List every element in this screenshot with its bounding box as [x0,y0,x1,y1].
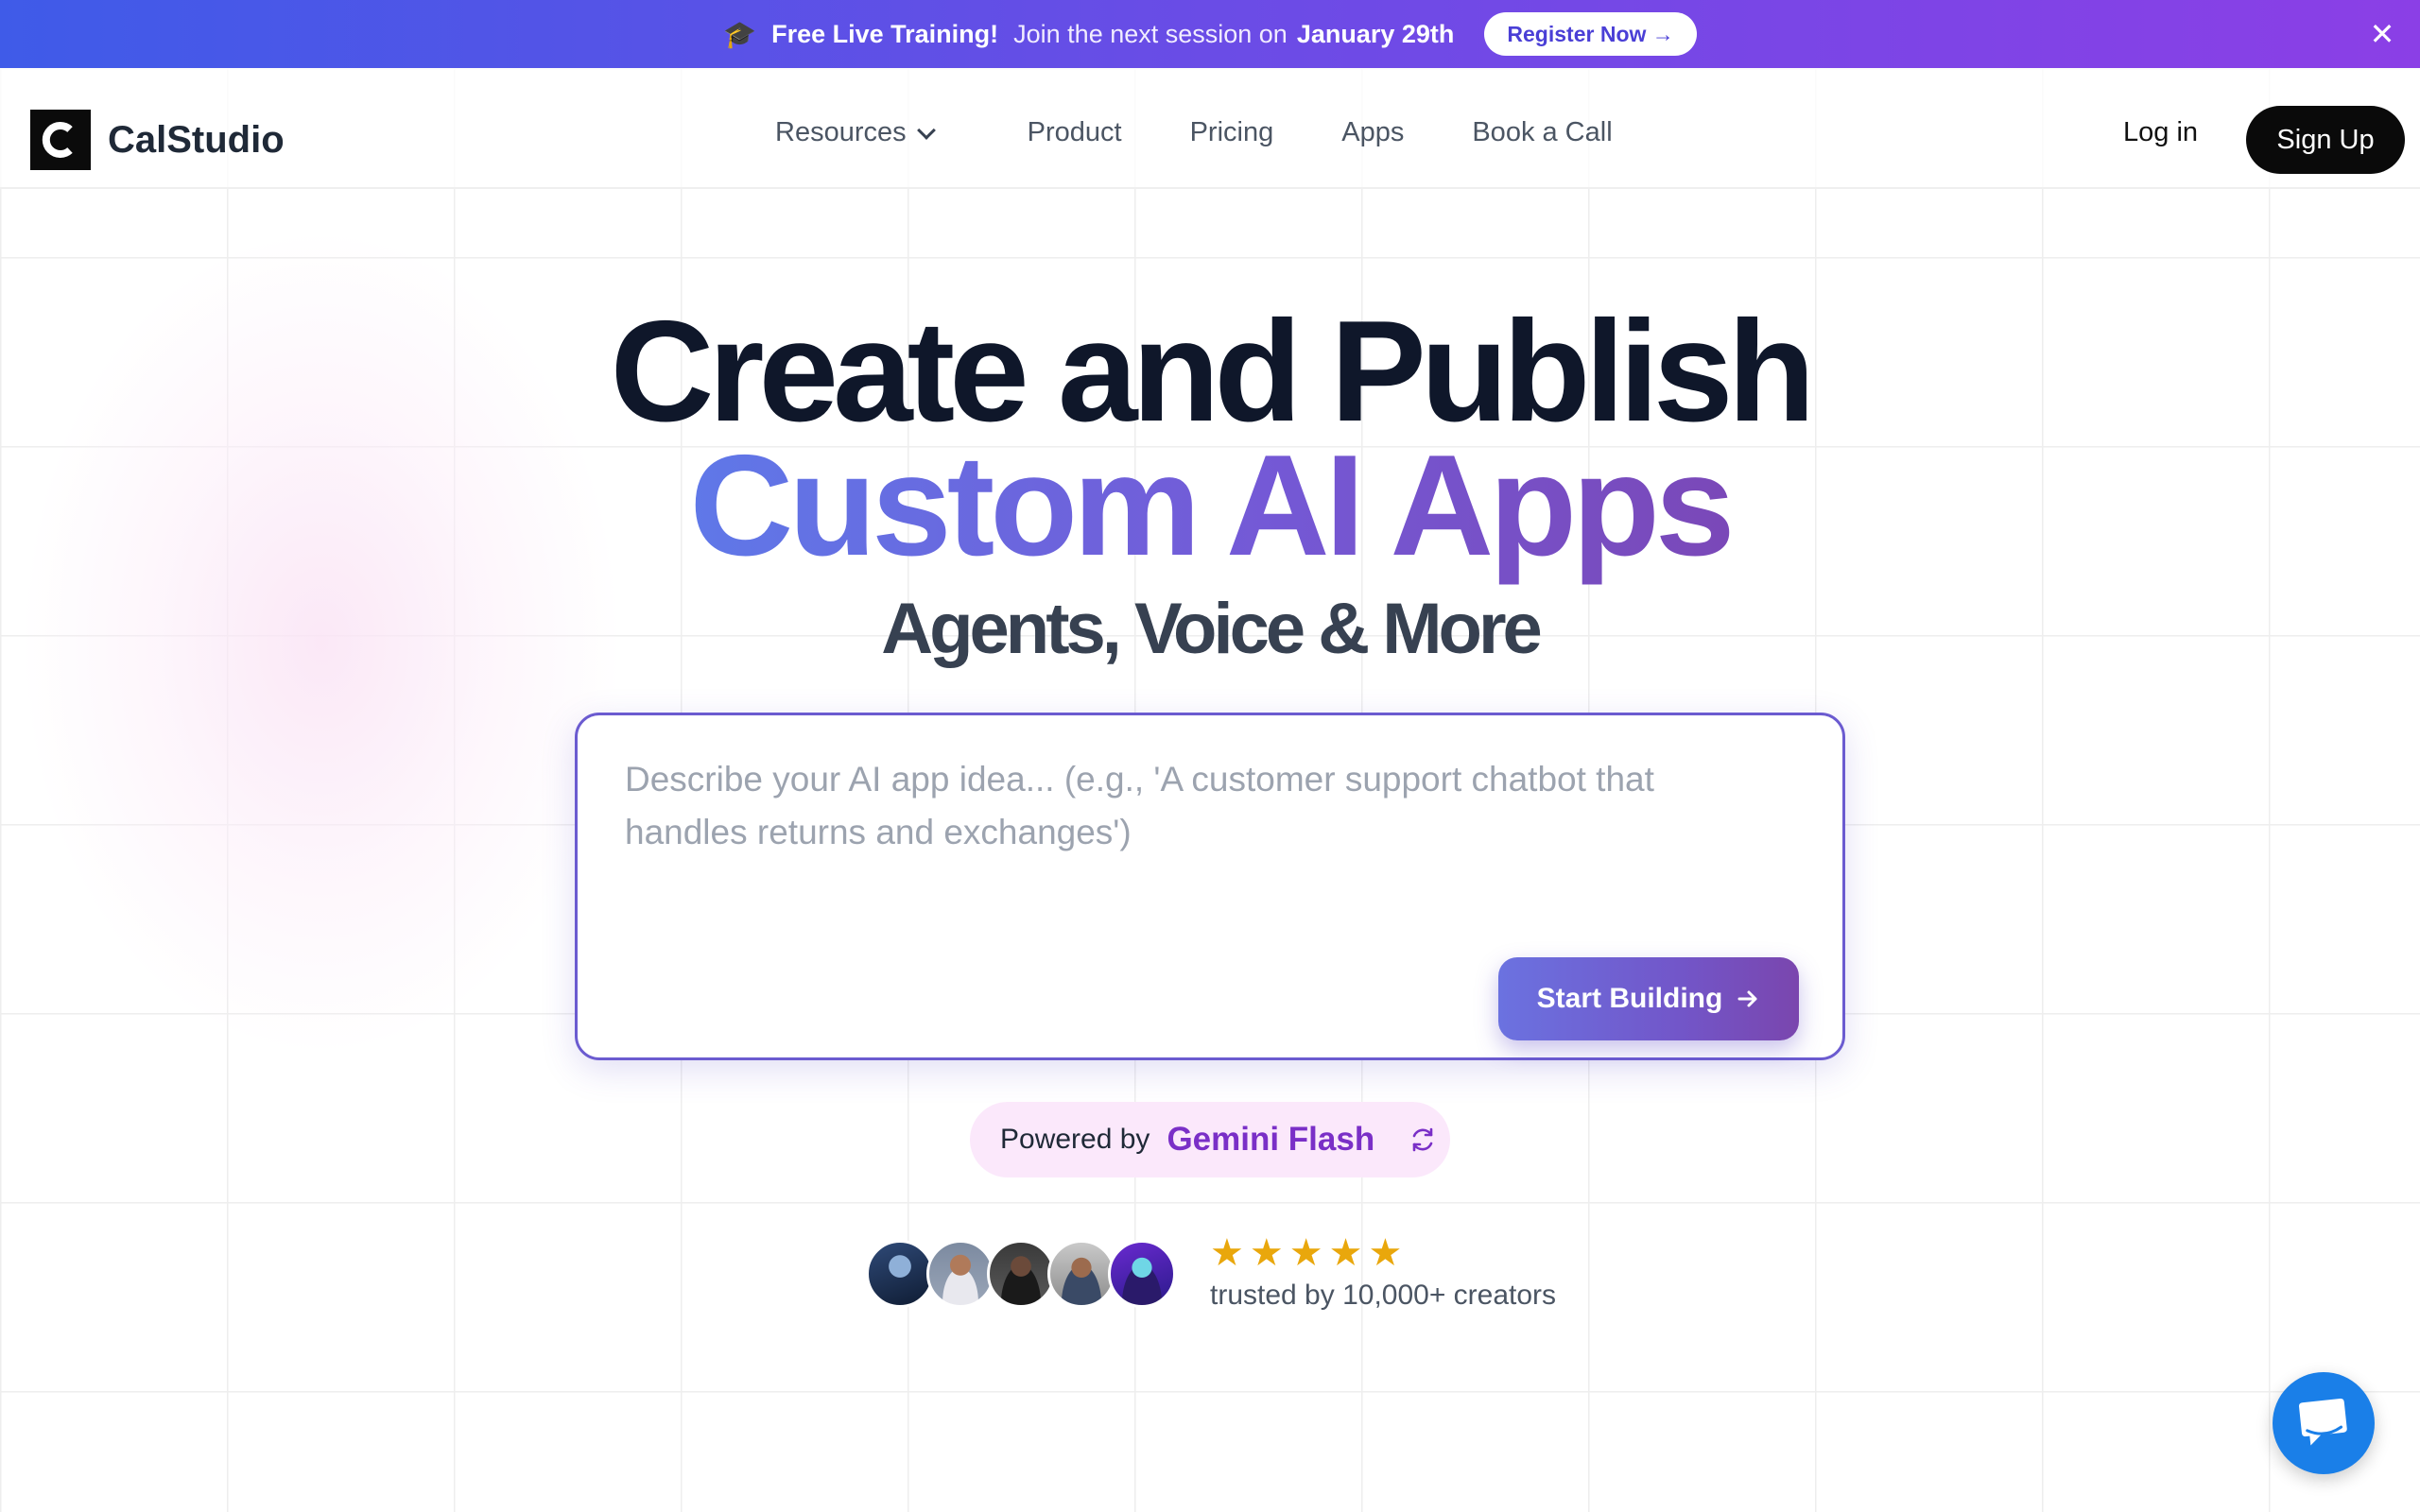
refresh-icon[interactable] [1407,1124,1439,1156]
creator-avatars [866,1240,1176,1308]
start-building-button[interactable]: Start Building [1498,957,1799,1040]
nav-label: Resources [775,117,907,147]
banner-headline: Free Live Training! [771,19,999,48]
chevron-down-icon [916,120,936,140]
site-header: CalStudio Resources Product Pricing Apps… [0,68,2420,189]
avatar [1108,1240,1176,1308]
logo-mark [30,110,91,170]
logo-c-icon [34,113,87,166]
signup-label: Sign Up [2276,124,2375,155]
promo-banner: 🎓 Free Live Training! Join the next sess… [0,0,2420,68]
login-link[interactable]: Log in [2123,117,2198,148]
star-icon: ★ [1249,1232,1284,1274]
nav-label: Apps [1341,117,1405,147]
logo[interactable]: CalStudio [30,110,285,170]
register-now-label: Register Now → [1507,21,1674,46]
banner-text: Join the next session on [1013,19,1288,48]
nav-item-resources[interactable]: Resources [775,117,936,148]
start-building-label: Start Building [1536,983,1723,1014]
avatar [866,1240,934,1308]
avatar [987,1240,1055,1308]
chat-widget-button[interactable] [2273,1372,2375,1474]
star-icon: ★ [1210,1232,1244,1274]
chat-bubble-icon [2299,1399,2347,1446]
star-icon: ★ [1328,1232,1363,1274]
banner-content: 🎓 Free Live Training! Join the next sess… [723,12,1697,56]
hero-subtitle-text: Custom AI Apps [689,425,1736,586]
close-icon[interactable]: ✕ [2365,17,2399,51]
register-now-button[interactable]: Register Now → [1484,12,1697,56]
arrow-right-icon [1737,990,1757,1007]
nav-label: Book a Call [1472,117,1613,147]
nav-item-pricing[interactable]: Pricing [1190,117,1274,148]
powered-by-pill: Powered by Gemini Flash [970,1102,1450,1177]
hero-subtitle: Custom AI Apps [0,434,2420,577]
star-icon: ★ [1288,1232,1323,1274]
nav-item-apps[interactable]: Apps [1341,117,1404,148]
graduation-cap-icon: 🎓 [723,19,757,49]
rating: ★ ★ ★ ★ ★ trusted by 10,000+ creators [1210,1234,1556,1312]
hero-tagline: Agents, Voice & More [881,589,1543,669]
nav-item-book-a-call[interactable]: Book a Call [1472,117,1612,148]
nav-label: Pricing [1189,117,1274,147]
avatar [926,1240,994,1308]
prompt-box: Start Building [575,713,1845,1060]
brand-name: CalStudio [108,118,285,161]
trusted-text: trusted by 10,000+ creators [1210,1280,1557,1311]
main-nav: Resources Product Pricing Apps Book a Ca… [775,117,1681,148]
banner-date: January 29th [1296,19,1455,48]
star-rating: ★ ★ ★ ★ ★ [1210,1234,1556,1272]
powered-by-label: Powered by [1000,1124,1150,1155]
star-icon: ★ [1368,1232,1403,1274]
nav-label: Product [1027,117,1122,147]
model-name[interactable]: Gemini Flash [1167,1121,1374,1159]
app-idea-input[interactable] [625,753,1759,923]
avatar [1047,1240,1115,1308]
signup-button[interactable]: Sign Up [2246,106,2405,174]
nav-item-product[interactable]: Product [1028,117,1122,148]
hero-title: Create and Publish [610,291,1816,452]
